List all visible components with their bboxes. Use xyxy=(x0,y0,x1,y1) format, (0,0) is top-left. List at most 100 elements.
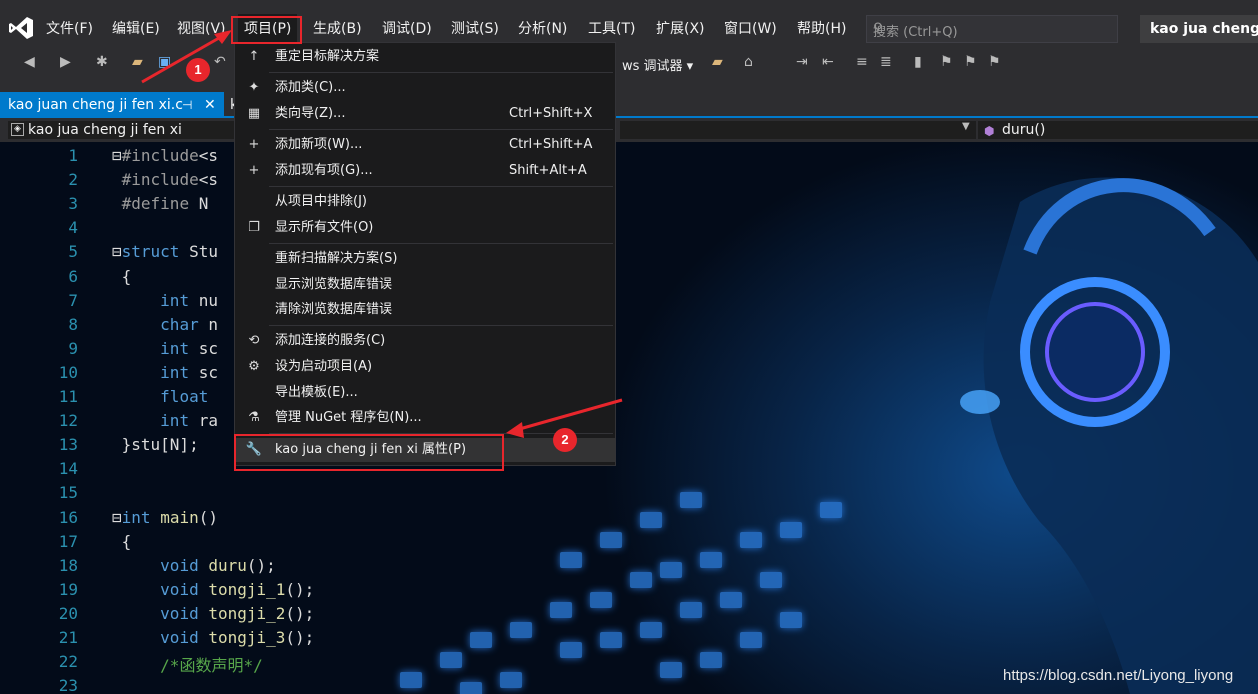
code-line[interactable]: void tongji_3(); xyxy=(112,628,314,647)
prev-bookmark-icon[interactable]: ⚑ xyxy=(940,54,953,70)
code-line[interactable]: void duru(); xyxy=(112,556,276,575)
menu-window[interactable]: 窗口(W) xyxy=(718,14,783,44)
background-tile xyxy=(780,612,802,628)
menu-item[interactable]: ▦ 类向导(Z)... Ctrl+Shift+X xyxy=(235,102,615,126)
tab-active-file[interactable]: kao juan cheng ji fen xi.c ⊣ ✕ xyxy=(0,92,224,118)
folder-icon[interactable]: ▰ xyxy=(712,54,723,70)
menu-item-icon: ✦ xyxy=(248,80,260,95)
menu-separator xyxy=(269,243,613,244)
tab-label: kao juan cheng ji fen xi.c xyxy=(8,97,183,113)
menu-item[interactable]: 导出模板(E)... xyxy=(235,381,615,405)
code-line[interactable]: /*函数声明*/ xyxy=(112,652,263,676)
menu-item-icon: ⚙ xyxy=(248,359,260,374)
code-line[interactable]: void tongji_2(); xyxy=(112,604,314,623)
code-line[interactable]: int nu xyxy=(112,291,218,310)
open-folder-icon[interactable]: ▰ xyxy=(132,54,143,70)
menu-item-shortcut: Shift+Alt+A xyxy=(509,163,587,178)
menu-item[interactable]: ✦ 添加类(C)... xyxy=(235,76,615,100)
menu-item-label: 添加新项(W)... xyxy=(275,137,363,152)
code-line[interactable]: int ra xyxy=(112,411,218,430)
menu-item[interactable]: 从项目中排除(J) xyxy=(235,190,615,214)
indent-icon[interactable]: ⇥ xyxy=(796,54,808,70)
line-number: 18 xyxy=(58,555,78,575)
menu-bar: 文件(F) 编辑(E) 视图(V) 项目(P) 生成(B) 调试(D) 测试(S… xyxy=(0,0,1258,44)
menu-debug[interactable]: 调试(D) xyxy=(376,14,438,44)
line-number: 20 xyxy=(58,603,78,623)
code-line[interactable]: char n xyxy=(112,315,218,334)
menu-separator xyxy=(269,325,613,326)
background-tile xyxy=(740,632,762,648)
pin-icon[interactable]: ⊣ xyxy=(182,92,192,118)
code-line[interactable]: #include<s xyxy=(112,170,218,189)
menu-item[interactable]: ⚗ 管理 NuGet 程序包(N)... xyxy=(235,406,615,430)
code-line[interactable]: #define N xyxy=(112,194,209,213)
menu-item[interactable]: ↑ 重定目标解决方案 xyxy=(235,45,615,69)
close-icon[interactable]: ✕ xyxy=(204,92,216,118)
menu-item[interactable]: 清除浏览数据库错误 xyxy=(235,298,615,322)
line-number: 11 xyxy=(58,387,78,406)
code-line[interactable]: float xyxy=(112,387,218,406)
annotation-box-properties xyxy=(234,434,504,471)
menu-tools[interactable]: 工具(T) xyxy=(582,14,641,44)
background-tile xyxy=(600,632,622,648)
menu-item[interactable]: ❐ 显示所有文件(O) xyxy=(235,216,615,240)
save-icon[interactable]: ▣ xyxy=(158,54,171,70)
code-line[interactable]: }stu[N]; xyxy=(112,435,199,454)
menu-file[interactable]: 文件(F) xyxy=(40,14,99,44)
menu-item[interactable]: 显示浏览数据库错误 xyxy=(235,273,615,297)
code-line[interactable]: int sc xyxy=(112,339,218,358)
line-number-gutter: 1 2 3 4 5 6 7 8 9 10 11 12 13 14 15 16 17 18 19 20 21 22 23 xyxy=(0,142,100,694)
menu-analyze[interactable]: 分析(N) xyxy=(512,14,573,44)
background-tile xyxy=(510,622,532,638)
menu-item-icon: + xyxy=(248,163,260,178)
menu-item[interactable]: + 添加新项(W)... Ctrl+Shift+A xyxy=(235,133,615,157)
background-tile xyxy=(560,552,582,568)
chevron-down-icon[interactable]: ▼ xyxy=(962,121,970,132)
menu-extensions[interactable]: 扩展(X) xyxy=(650,14,711,44)
next-bookmark-icon[interactable]: ⚑ xyxy=(964,54,977,70)
menu-item-icon: + xyxy=(248,137,260,152)
search-icon[interactable]: ⚲ xyxy=(873,21,1107,36)
code-line[interactable]: int sc xyxy=(112,363,218,382)
background-tile xyxy=(550,602,572,618)
menu-item-icon: ↑ xyxy=(248,49,260,64)
line-number: 13 xyxy=(58,435,78,455)
menu-edit[interactable]: 编辑(E) xyxy=(106,14,166,44)
home-icon[interactable]: ⌂ xyxy=(744,54,753,70)
menu-item[interactable]: 重新扫描解决方案(S) xyxy=(235,247,615,271)
menu-item-icon: ▦ xyxy=(247,106,261,121)
code-line[interactable]: { xyxy=(112,532,132,551)
code-editor[interactable]: 1 2 3 4 5 6 7 8 9 10 11 12 13 14 15 16 17 18 19 20 21 22 23 ⊟#… xyxy=(0,142,1258,694)
debugger-selector[interactable]: ws 调试器 ▾ xyxy=(622,55,693,74)
menu-build[interactable]: 生成(B) xyxy=(307,14,368,44)
background-tile xyxy=(740,532,762,548)
new-project-icon[interactable]: ✱ xyxy=(96,54,108,70)
code-line[interactable]: ⊟#include<s xyxy=(112,146,218,165)
undo-icon[interactable]: ↶ xyxy=(214,54,226,70)
menu-item[interactable]: + 添加现有项(G)... Shift+Alt+A xyxy=(235,159,615,183)
background-tile xyxy=(460,682,482,694)
menu-view[interactable]: 视图(V) xyxy=(171,14,232,44)
background-tile xyxy=(660,562,682,578)
code-line[interactable]: void tongji_1(); xyxy=(112,580,314,599)
menu-test[interactable]: 测试(S) xyxy=(445,14,505,44)
code-line[interactable]: ⊟int main() xyxy=(112,508,218,527)
code-line[interactable]: { xyxy=(112,267,132,286)
bookmark-icon[interactable]: ▮ xyxy=(914,54,922,70)
menu-help[interactable]: 帮助(H) xyxy=(791,14,852,44)
visual-studio-logo-icon xyxy=(9,17,33,39)
outdent-icon[interactable]: ⇤ xyxy=(822,54,834,70)
back-icon[interactable]: ◀ xyxy=(24,54,35,70)
menu-item[interactable]: ⚙ 设为启动项目(A) xyxy=(235,355,615,379)
search-input[interactable]: 搜索 (Ctrl+Q) ⚲ xyxy=(866,15,1118,43)
function-dropdown[interactable]: ⬢ duru() xyxy=(978,121,1258,139)
scope-dropdown[interactable] xyxy=(620,121,976,139)
line-number: 9 xyxy=(68,338,78,358)
clear-bookmarks-icon[interactable]: ⚑ xyxy=(988,54,1001,70)
comment-icon[interactable]: ≡ xyxy=(856,54,868,70)
menu-item[interactable]: ⟲ 添加连接的服务(C) xyxy=(235,329,615,353)
uncomment-icon[interactable]: ≣ xyxy=(880,54,892,70)
project-menu-dropdown: ↑ 重定目标解决方案 ✦ 添加类(C)... ▦ 类向导(Z)... Ctrl+Shift+… xyxy=(234,42,616,466)
code-line[interactable]: ⊟struct Stu xyxy=(112,242,218,261)
forward-icon[interactable]: ▶ xyxy=(60,54,71,70)
